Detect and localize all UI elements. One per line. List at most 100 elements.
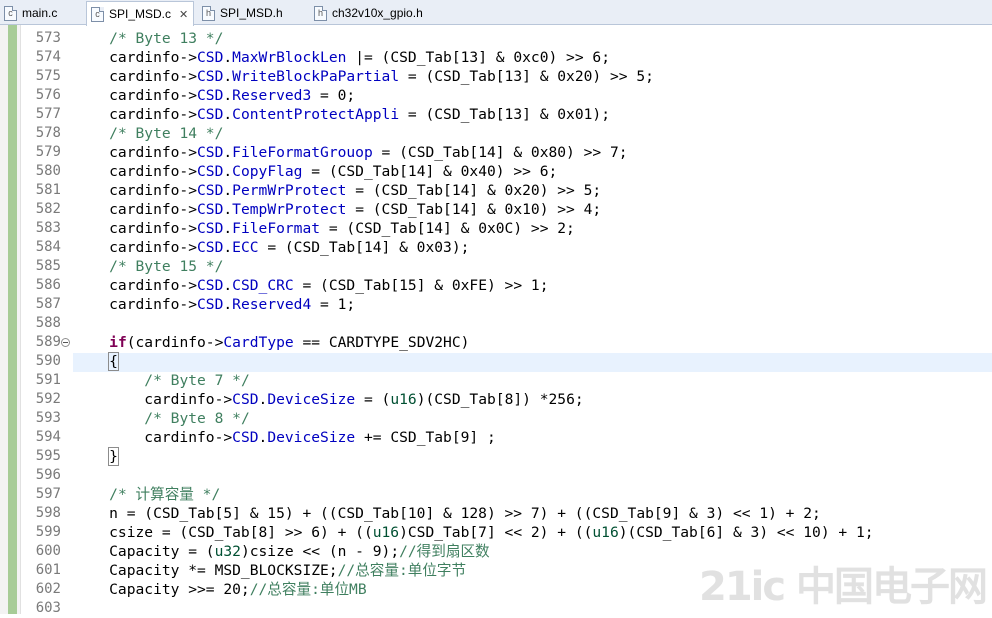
code-token: cardinfo-> — [74, 182, 198, 199]
code-token: . — [223, 163, 233, 180]
code-line[interactable]: 584 cardinfo->CSD.ECC = (CSD_Tab[14] & 0… — [0, 238, 992, 257]
h-file-icon: h — [202, 5, 215, 21]
code-token: = (CSD_Tab[15] & 0xFE) >> 1; — [293, 277, 549, 294]
code-line[interactable]: 594 cardinfo->CSD.DeviceSize += CSD_Tab[… — [0, 428, 992, 447]
code-line[interactable]: 593 /* Byte 8 */ — [0, 409, 992, 428]
line-number: 594 — [35, 429, 61, 445]
code-token: = (CSD_Tab[13] & 0x20) >> 5; — [399, 68, 654, 85]
code-text: { — [74, 352, 119, 371]
code-field: DeviceSize — [267, 429, 356, 446]
code-line[interactable]: 596 — [0, 466, 992, 485]
tab-label: SPI_MSD.c — [109, 7, 172, 21]
code-line[interactable]: 585 /* Byte 15 */ — [0, 257, 992, 276]
code-line[interactable]: 599 csize = (CSD_Tab[8] >> 6) + ((u16)CS… — [0, 523, 992, 542]
code-token: . — [223, 68, 233, 85]
tab-main-c[interactable]: c main.c — [0, 1, 84, 25]
line-number: 600 — [35, 543, 61, 559]
line-number: 602 — [35, 581, 61, 597]
code-token: . — [223, 182, 233, 199]
code-text: Capacity *= MSD_BLOCKSIZE;//总容量:单位字节 — [74, 561, 466, 580]
line-number: 599 — [35, 524, 61, 540]
line-number: 575 — [35, 68, 61, 84]
line-number: 591 — [35, 372, 61, 388]
line-number: 577 — [35, 106, 61, 122]
code-line[interactable]: 579 cardinfo->CSD.FileFormatGrouop = (CS… — [0, 143, 992, 162]
code-line[interactable]: 574 cardinfo->CSD.MaxWrBlockLen |= (CSD_… — [0, 48, 992, 67]
code-token: . — [258, 429, 268, 446]
code-field: Reserved4 — [232, 296, 312, 313]
code-token: cardinfo-> — [74, 106, 198, 123]
code-line[interactable]: 577 cardinfo->CSD.ContentProtectAppli = … — [0, 105, 992, 124]
line-number: 581 — [35, 182, 61, 198]
code-line[interactable]: 581 cardinfo->CSD.PermWrProtect = (CSD_T… — [0, 181, 992, 200]
code-line[interactable]: 589 if(cardinfo->CardType == CARDTYPE_SD… — [0, 333, 992, 352]
code-line[interactable]: 598 n = (CSD_Tab[5] & 15) + ((CSD_Tab[10… — [0, 504, 992, 523]
code-text: } — [74, 447, 119, 466]
line-number: 585 — [35, 258, 61, 274]
code-token: Capacity >>= 20; — [74, 581, 250, 598]
code-token: cardinfo-> — [74, 49, 198, 66]
code-text: cardinfo->CSD.DeviceSize = (u16)(CSD_Tab… — [74, 390, 584, 409]
code-line[interactable]: 588 — [0, 314, 992, 333]
code-text: Capacity = (u32)csize << (n - 9);//得到扇区数 — [74, 542, 490, 561]
code-line[interactable]: 586 cardinfo->CSD.CSD_CRC = (CSD_Tab[15]… — [0, 276, 992, 295]
code-comment: //总容量:单位字节 — [337, 562, 467, 579]
code-text: cardinfo->CSD.CSD_CRC = (CSD_Tab[15] & 0… — [74, 276, 549, 295]
code-line[interactable]: 595 } — [0, 447, 992, 466]
code-line[interactable]: 590 { — [0, 352, 992, 371]
code-line[interactable]: 591 /* Byte 7 */ — [0, 371, 992, 390]
close-tab-icon[interactable]: ✕ — [179, 8, 188, 21]
code-field: CSD — [197, 49, 224, 66]
code-token: = ( — [355, 391, 391, 408]
code-line[interactable]: 582 cardinfo->CSD.TempWrProtect = (CSD_T… — [0, 200, 992, 219]
code-text: cardinfo->CSD.DeviceSize += CSD_Tab[9] ; — [74, 428, 496, 447]
code-token: = (CSD_Tab[14] & 0x80) >> 7; — [372, 144, 628, 161]
code-line[interactable]: 580 cardinfo->CSD.CopyFlag = (CSD_Tab[14… — [0, 162, 992, 181]
code-line[interactable]: 583 cardinfo->CSD.FileFormat = (CSD_Tab[… — [0, 219, 992, 238]
code-line[interactable]: 597 /* 计算容量 */ — [0, 485, 992, 504]
tab-spi-msd-h[interactable]: h SPI_MSD.h — [198, 1, 304, 25]
code-comment: //得到扇区数 — [399, 543, 490, 560]
line-number: 576 — [35, 87, 61, 103]
code-field: PermWrProtect — [232, 182, 347, 199]
h-file-icon: h — [314, 5, 327, 21]
code-text: /* Byte 15 */ — [74, 257, 223, 276]
line-number: 584 — [35, 239, 61, 255]
code-line[interactable]: 592 cardinfo->CSD.DeviceSize = (u16)(CSD… — [0, 390, 992, 409]
code-text: cardinfo->CSD.TempWrProtect = (CSD_Tab[1… — [74, 200, 601, 219]
code-token: = (CSD_Tab[14] & 0x0C) >> 2; — [320, 220, 575, 237]
code-token: cardinfo-> — [74, 429, 233, 446]
code-text: /* Byte 13 */ — [74, 29, 223, 48]
code-editor[interactable]: 573 /* Byte 13 */574 cardinfo->CSD.MaxWr… — [0, 25, 992, 616]
code-line[interactable]: 576 cardinfo->CSD.Reserved3 = 0; — [0, 86, 992, 105]
line-number: 590 — [35, 353, 61, 369]
tab-label: SPI_MSD.h — [220, 6, 283, 20]
code-line[interactable]: 573 /* Byte 13 */ — [0, 29, 992, 48]
code-field: CSD — [197, 87, 224, 104]
code-token: . — [223, 296, 233, 313]
code-comment: /* Byte 7 */ — [144, 372, 250, 389]
code-line[interactable]: 578 /* Byte 14 */ — [0, 124, 992, 143]
code-token: cardinfo-> — [74, 220, 198, 237]
tab-ch32v10x-gpio-h[interactable]: h ch32v10x_gpio.h — [310, 1, 450, 25]
code-token: . — [258, 391, 268, 408]
code-token: csize = (CSD_Tab[8] >> 6) + (( — [74, 524, 373, 541]
code-line[interactable]: 575 cardinfo->CSD.WriteBlockPaPartial = … — [0, 67, 992, 86]
code-text: cardinfo->CSD.ContentProtectAppli = (CSD… — [74, 105, 610, 124]
code-text: cardinfo->CSD.Reserved4 = 1; — [74, 295, 355, 314]
code-field: WriteBlockPaPartial — [232, 68, 400, 85]
tab-spi-msd-c[interactable]: c SPI_MSD.c ✕ — [86, 1, 194, 26]
code-text: cardinfo->CSD.ECC = (CSD_Tab[14] & 0x03)… — [74, 238, 469, 257]
code-token: = 1; — [311, 296, 356, 313]
tab-label: ch32v10x_gpio.h — [332, 6, 423, 20]
code-token: cardinfo-> — [74, 163, 198, 180]
code-line[interactable]: 587 cardinfo->CSD.Reserved4 = 1; — [0, 295, 992, 314]
code-token: )(CSD_Tab[8]) *256; — [416, 391, 584, 408]
fold-toggle-icon[interactable] — [61, 338, 70, 347]
code-field: CSD — [197, 182, 224, 199]
code-field: ECC — [232, 239, 259, 256]
code-token: . — [223, 277, 233, 294]
